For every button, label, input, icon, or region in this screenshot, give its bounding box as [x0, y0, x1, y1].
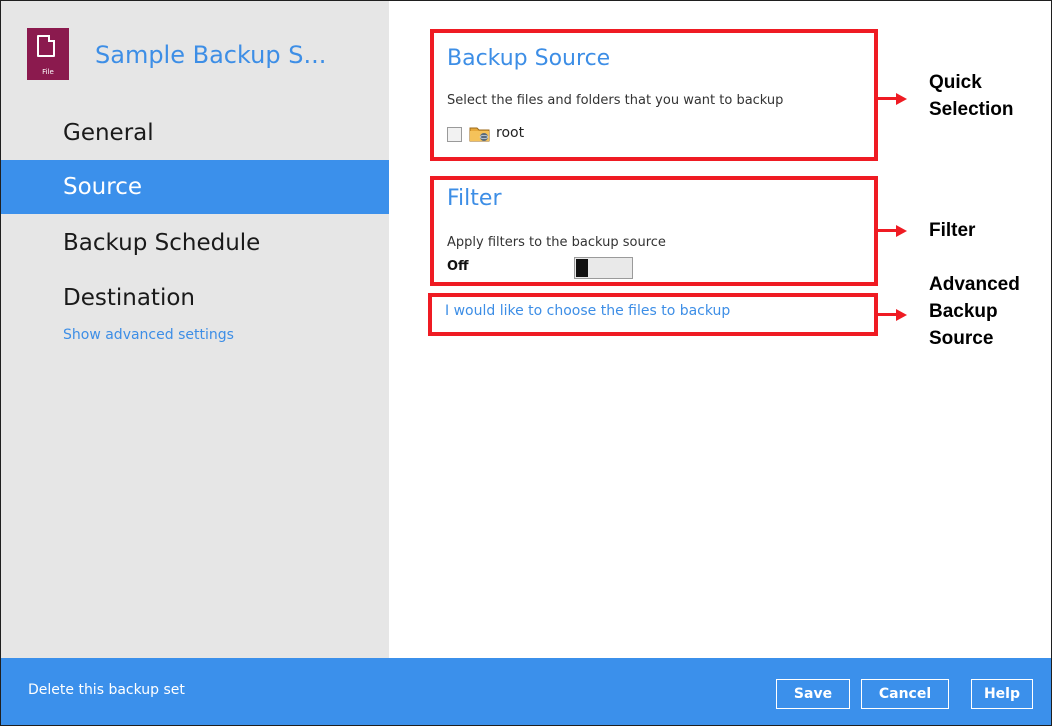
sidebar-item-backup-schedule[interactable]: Backup Schedule	[1, 216, 389, 270]
backup-set-title: Sample Backup S...	[95, 41, 327, 69]
cancel-button[interactable]: Cancel	[861, 679, 949, 709]
sidebar-item-source[interactable]: Source	[1, 160, 389, 214]
advanced-backup-source-annotation: Advanced Backup Source	[929, 274, 1020, 349]
quick-selection-arrow-line	[878, 97, 898, 100]
delete-backup-set-link[interactable]: Delete this backup set	[28, 682, 185, 698]
quick-selection-box	[430, 29, 878, 161]
sidebar: File Sample Backup S... General Source B…	[1, 1, 389, 658]
file-icon-caption: File	[42, 68, 54, 76]
save-button[interactable]: Save	[776, 679, 850, 709]
quick-selection-annotation: Quick Selection	[929, 72, 1014, 120]
advanced-source-arrow-icon	[896, 309, 907, 321]
advanced-source-box	[428, 293, 878, 336]
filter-box	[430, 176, 878, 286]
help-button[interactable]: Help	[971, 679, 1033, 709]
filter-annotation: Filter	[929, 220, 976, 241]
advanced-source-arrow-line	[878, 313, 898, 316]
footer-bar: Delete this backup set Save Cancel Help	[1, 658, 1051, 725]
quick-selection-arrow-icon	[896, 93, 907, 105]
filter-arrow-line	[878, 229, 898, 232]
show-advanced-settings-link[interactable]: Show advanced settings	[63, 327, 234, 343]
filter-arrow-icon	[896, 225, 907, 237]
sidebar-item-destination[interactable]: Destination	[1, 271, 389, 325]
app-window: File Sample Backup S... General Source B…	[0, 0, 1052, 726]
sidebar-item-general[interactable]: General	[1, 106, 389, 160]
main-panel: Backup Source Select the files and folde…	[389, 1, 1051, 658]
file-icon: File	[27, 28, 69, 80]
